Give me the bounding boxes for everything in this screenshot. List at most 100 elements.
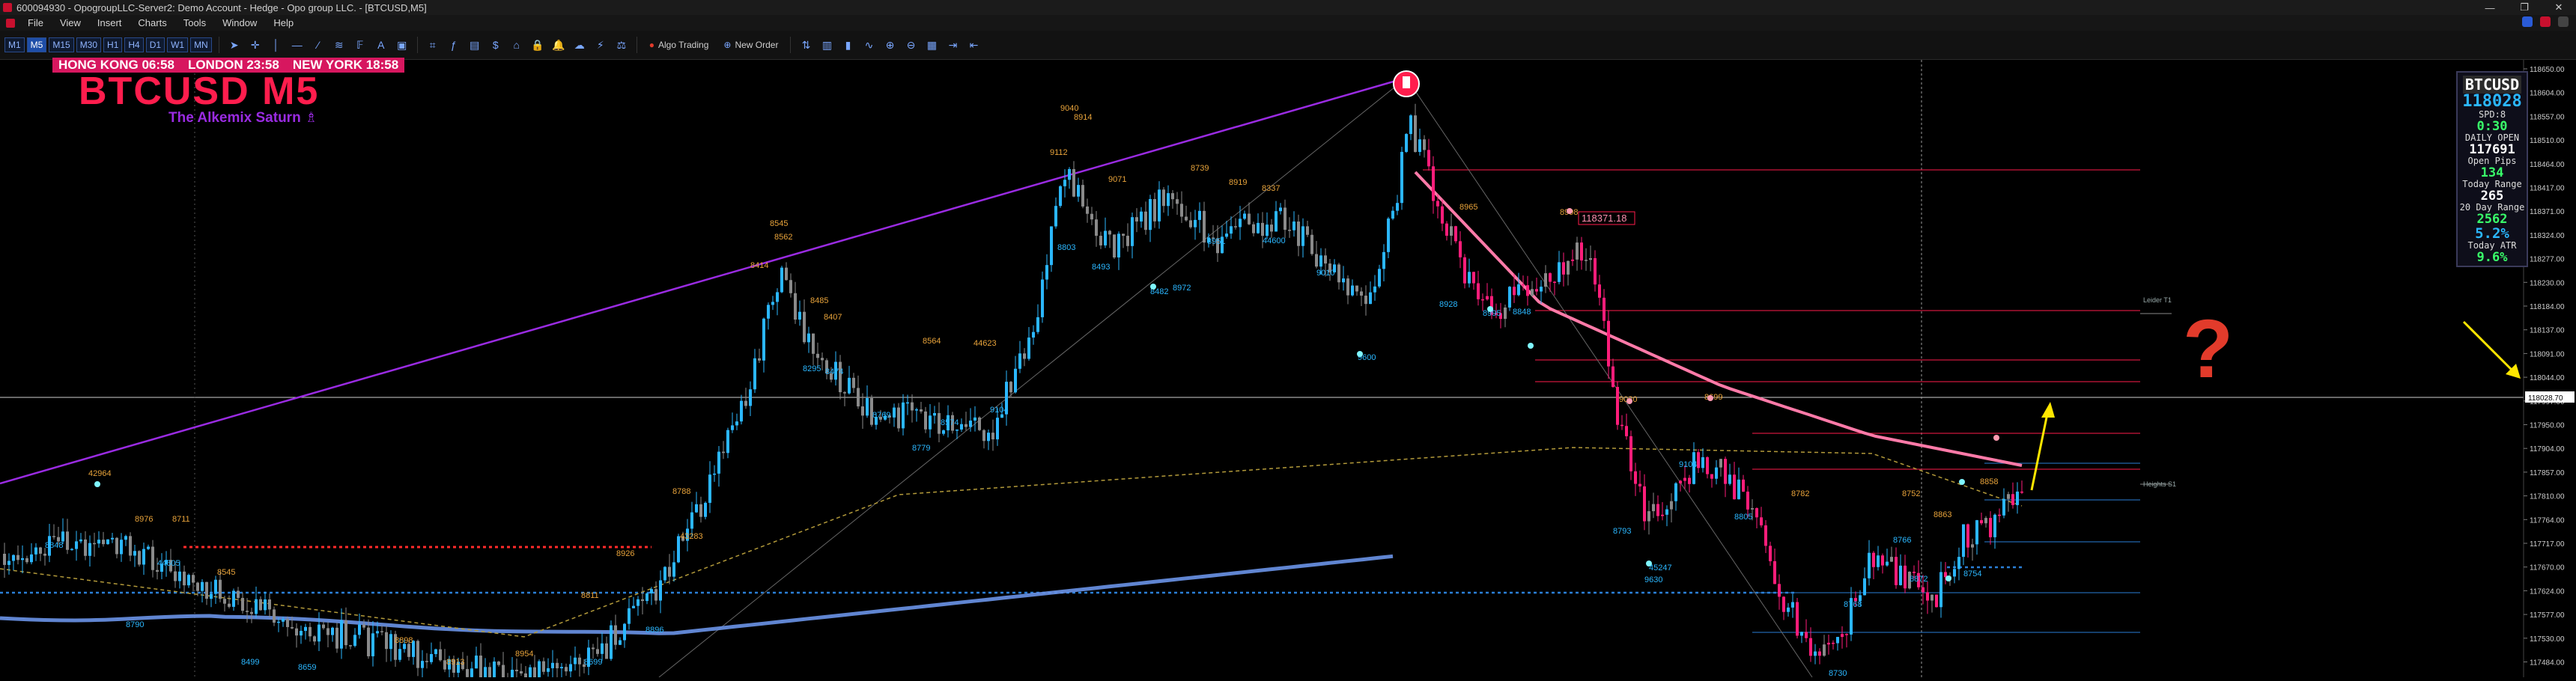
horizontal-line-icon[interactable]: — bbox=[289, 37, 306, 53]
candle-body bbox=[1203, 210, 1206, 243]
fibonacci-icon[interactable]: 𝔽 bbox=[352, 37, 368, 53]
candle-body bbox=[857, 388, 860, 407]
candle-body bbox=[304, 626, 307, 631]
candle-body bbox=[753, 358, 756, 390]
chat-icon[interactable] bbox=[2522, 16, 2533, 27]
text-icon[interactable]: A bbox=[373, 37, 389, 53]
bag-icon[interactable]: ⌂ bbox=[508, 37, 525, 53]
templates-icon[interactable]: ▤ bbox=[467, 37, 483, 53]
menu-tools[interactable]: Tools bbox=[175, 17, 214, 28]
line-chart-icon[interactable]: ∿ bbox=[860, 37, 877, 53]
tf-m15[interactable]: M15 bbox=[49, 37, 74, 52]
cloud-icon[interactable]: ☁ bbox=[571, 37, 588, 53]
trendline-icon[interactable]: ⁄ bbox=[310, 37, 326, 53]
candle-body bbox=[1252, 224, 1255, 233]
candle-body bbox=[956, 429, 959, 431]
candle-body bbox=[326, 628, 329, 635]
diagonal-line bbox=[658, 77, 1407, 678]
candle-body bbox=[2011, 494, 2014, 505]
candle-body bbox=[138, 551, 141, 565]
menu-help[interactable]: Help bbox=[265, 17, 302, 28]
candle-body bbox=[1868, 552, 1871, 578]
candle-body bbox=[1980, 520, 1983, 524]
signal-icon[interactable]: ⚡ bbox=[592, 37, 609, 53]
candle-body bbox=[911, 402, 914, 411]
autoscroll-icon[interactable]: ⇥ bbox=[944, 37, 961, 53]
menu-view[interactable]: View bbox=[52, 17, 89, 28]
candle-body bbox=[1620, 424, 1623, 427]
candle-body bbox=[1113, 234, 1116, 258]
market-icon[interactable]: ⚖ bbox=[613, 37, 630, 53]
tf-h4[interactable]: H4 bbox=[124, 37, 144, 52]
menu-insert[interactable]: Insert bbox=[89, 17, 130, 28]
candle-body bbox=[1899, 565, 1902, 585]
channel-icon[interactable]: ≋ bbox=[331, 37, 347, 53]
tf-m1[interactable]: M1 bbox=[4, 37, 25, 52]
lock-icon[interactable]: 🔒 bbox=[529, 37, 546, 53]
dollar-icon[interactable]: $ bbox=[487, 37, 504, 53]
candle-body bbox=[66, 531, 69, 550]
candle-body bbox=[1180, 204, 1183, 217]
candle-body bbox=[1966, 524, 1969, 548]
candle-body bbox=[893, 407, 896, 418]
cursor-icon[interactable]: ➤ bbox=[226, 37, 243, 53]
maximize-button[interactable]: ❐ bbox=[2507, 0, 2542, 15]
price-annotation: 8499 bbox=[241, 658, 259, 667]
menu-file[interactable]: File bbox=[19, 17, 52, 28]
signals-icon[interactable] bbox=[2540, 16, 2551, 27]
candle-body bbox=[1755, 508, 1758, 518]
chart-type-icon[interactable]: ⌗ bbox=[425, 37, 441, 53]
candles-icon[interactable]: ▮ bbox=[839, 37, 856, 53]
candle-body bbox=[88, 543, 91, 556]
tf-m5[interactable]: M5 bbox=[26, 37, 47, 52]
search-icon[interactable] bbox=[2558, 16, 2569, 27]
candle-body bbox=[1778, 584, 1781, 597]
candle-body bbox=[174, 571, 177, 581]
tf-d1[interactable]: D1 bbox=[145, 37, 165, 52]
tf-m30[interactable]: M30 bbox=[76, 37, 102, 52]
candle-body bbox=[1288, 230, 1291, 231]
menu-window[interactable]: Window bbox=[214, 17, 265, 28]
candle-body bbox=[398, 649, 401, 660]
candle-body bbox=[776, 292, 779, 302]
tf-w1[interactable]: W1 bbox=[167, 37, 189, 52]
tf-h1[interactable]: H1 bbox=[103, 37, 123, 52]
candle-body bbox=[1993, 514, 1996, 537]
candle-body bbox=[1292, 222, 1295, 230]
shift-icon[interactable]: ⇤ bbox=[965, 37, 982, 53]
axis-tick-label: 118557.00 bbox=[2530, 113, 2565, 121]
price-annotation: 8793 bbox=[1613, 527, 1631, 536]
price-annotation: 8752 bbox=[1902, 489, 1920, 498]
menu-charts[interactable]: Charts bbox=[130, 17, 174, 28]
candle-body bbox=[1234, 226, 1237, 227]
candle-body bbox=[812, 333, 815, 354]
current-price-label: 118028.70 bbox=[2528, 394, 2563, 403]
candle-body bbox=[187, 575, 190, 586]
shapes-icon[interactable]: ▣ bbox=[394, 37, 410, 53]
tile-icon[interactable]: ▦ bbox=[923, 37, 940, 53]
crosshair-icon[interactable]: ✛ bbox=[247, 37, 264, 53]
indicators-icon[interactable]: ƒ bbox=[446, 37, 462, 53]
bell-icon[interactable]: 🔔 bbox=[550, 37, 567, 53]
close-button[interactable]: ✕ bbox=[2542, 0, 2576, 15]
panel-daily-open: 117691 bbox=[2469, 142, 2515, 157]
algo-trading-button[interactable]: ● Algo Trading bbox=[642, 40, 717, 50]
vertical-line-icon[interactable]: │ bbox=[268, 37, 285, 53]
tf-mn[interactable]: MN bbox=[190, 37, 212, 52]
bar-chart-icon[interactable]: ▥ bbox=[818, 37, 835, 53]
candle-body bbox=[196, 582, 199, 591]
candle-body bbox=[1486, 296, 1489, 300]
new-order-button[interactable]: ⊕ New Order bbox=[716, 40, 786, 50]
axis-tick-label: 118371.00 bbox=[2530, 208, 2565, 216]
zoom-in-icon[interactable]: ⊕ bbox=[881, 37, 898, 53]
price-annotation: 8766 bbox=[1893, 536, 1911, 545]
axis-tick-label: 117857.00 bbox=[2530, 469, 2565, 477]
candle-body bbox=[493, 662, 496, 681]
zoom-out-icon[interactable]: ⊖ bbox=[902, 37, 919, 53]
candle-body bbox=[1643, 486, 1646, 522]
minimize-button[interactable]: — bbox=[2473, 0, 2507, 15]
candle-body bbox=[1647, 511, 1650, 522]
price-annotation: 9010 bbox=[1316, 269, 1334, 278]
depth-icon[interactable]: ⇅ bbox=[798, 37, 814, 53]
candle-body bbox=[965, 424, 967, 427]
